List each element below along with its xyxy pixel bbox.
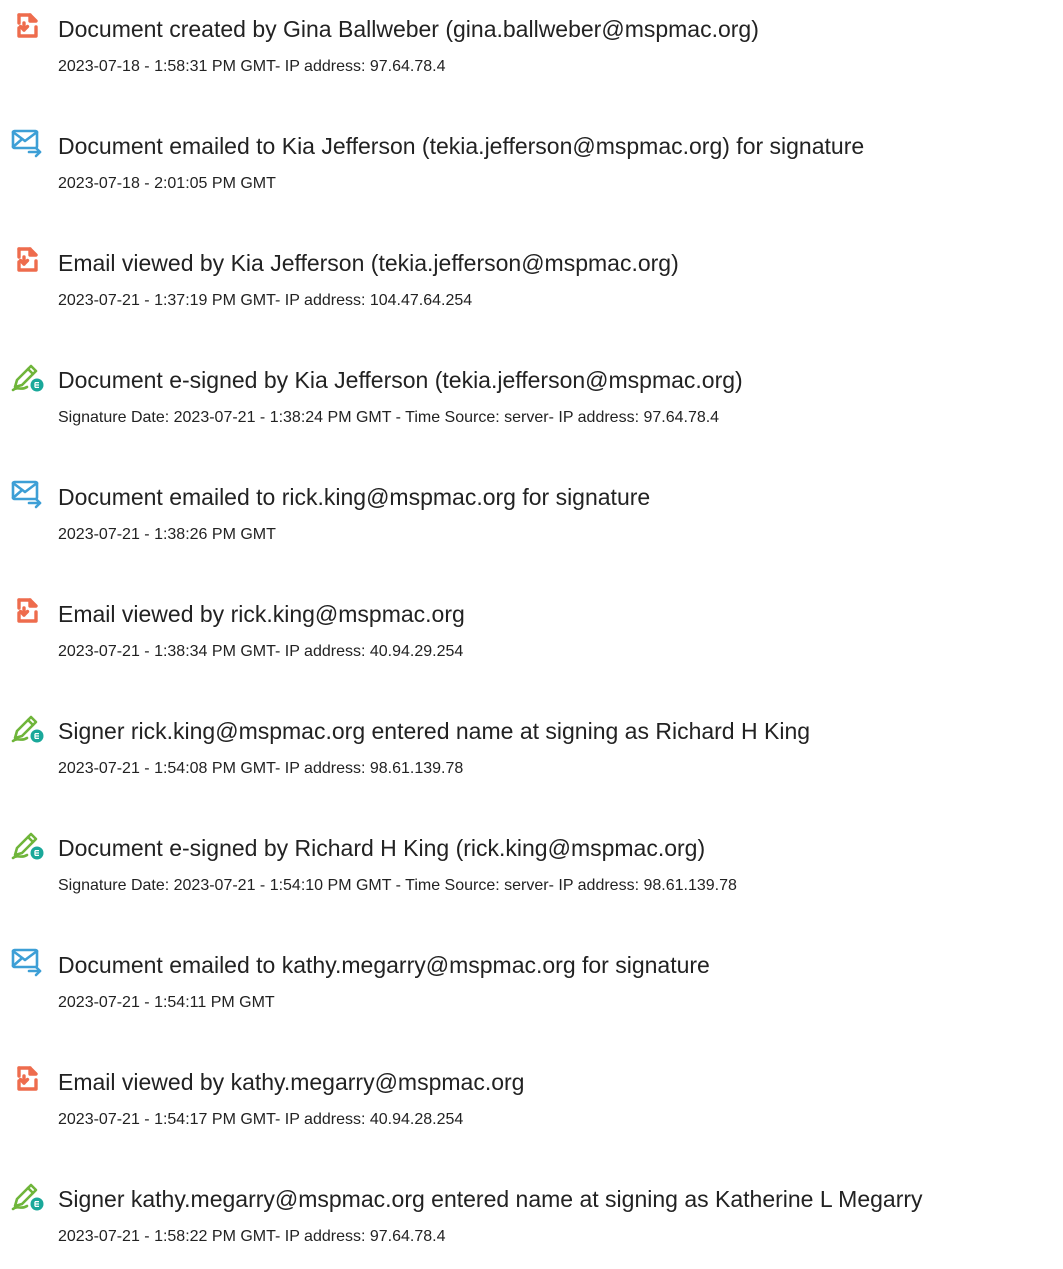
entry-detail: 2023-07-21 - 1:58:22 PM GMT- IP address:… bbox=[58, 1228, 446, 1245]
entry-title: Document emailed to Kia Jefferson (tekia… bbox=[58, 133, 865, 159]
entry-title: Email viewed by kathy.megarry@mspmac.org bbox=[58, 1069, 525, 1095]
esign-pen-icon bbox=[10, 359, 46, 395]
email-sent-icon bbox=[10, 476, 46, 512]
entry-title: Signer rick.king@mspmac.org entered name… bbox=[58, 718, 811, 744]
document-icon bbox=[10, 242, 46, 278]
entry-detail: Signature Date: 2023-07-21 - 1:38:24 PM … bbox=[58, 409, 720, 426]
history-entry: Signer kathy.megarry@mspmac.org entered … bbox=[0, 1179, 1063, 1269]
history-entry: Email viewed by rick.king@mspmac.org 202… bbox=[0, 594, 1063, 684]
entry-title: Email viewed by Kia Jefferson (tekia.jef… bbox=[58, 250, 679, 276]
history-entry: Document emailed to Kia Jefferson (tekia… bbox=[0, 126, 1063, 216]
history-entry: Signer rick.king@mspmac.org entered name… bbox=[0, 711, 1063, 801]
document-icon bbox=[10, 8, 46, 44]
history-entry: Email viewed by Kia Jefferson (tekia.jef… bbox=[0, 243, 1063, 333]
entry-title: Signer kathy.megarry@mspmac.org entered … bbox=[58, 1186, 923, 1212]
entry-detail: Signature Date: 2023-07-21 - 1:54:10 PM … bbox=[58, 877, 737, 894]
entry-detail: 2023-07-18 - 1:58:31 PM GMT- IP address:… bbox=[58, 58, 446, 75]
entry-title: Document e-signed by Kia Jefferson (teki… bbox=[58, 367, 743, 393]
entry-detail: 2023-07-21 - 1:54:08 PM GMT- IP address:… bbox=[58, 760, 464, 777]
entry-title: Document emailed to rick.king@mspmac.org… bbox=[58, 484, 651, 510]
entry-detail: 2023-07-21 - 1:54:17 PM GMT- IP address:… bbox=[58, 1111, 464, 1128]
history-entry: Document emailed to kathy.megarry@mspmac… bbox=[0, 945, 1063, 1035]
email-sent-icon bbox=[10, 125, 46, 161]
entry-detail: 2023-07-21 - 1:38:34 PM GMT- IP address:… bbox=[58, 643, 464, 660]
esign-pen-icon bbox=[10, 1178, 46, 1214]
entry-title: Document created by Gina Ballweber (gina… bbox=[58, 16, 759, 42]
history-entry: Document e-signed by Richard H King (ric… bbox=[0, 828, 1063, 918]
entry-title: Document e-signed by Richard H King (ric… bbox=[58, 835, 706, 861]
history-entry: Document emailed to rick.king@mspmac.org… bbox=[0, 477, 1063, 567]
esign-pen-icon bbox=[10, 710, 46, 746]
history-entry: Document e-signed by Kia Jefferson (teki… bbox=[0, 360, 1063, 450]
entry-title: Email viewed by rick.king@mspmac.org bbox=[58, 601, 465, 627]
entry-detail: 2023-07-18 - 2:01:05 PM GMT bbox=[58, 175, 276, 192]
document-icon bbox=[10, 1061, 46, 1097]
email-sent-icon bbox=[10, 944, 46, 980]
entry-detail: 2023-07-21 - 1:37:19 PM GMT- IP address:… bbox=[58, 292, 473, 309]
entry-detail: 2023-07-21 - 1:54:11 PM GMT bbox=[58, 994, 275, 1011]
history-entry: Document created by Gina Ballweber (gina… bbox=[0, 9, 1063, 99]
entry-detail: 2023-07-21 - 1:38:26 PM GMT bbox=[58, 526, 276, 543]
history-entry: Email viewed by kathy.megarry@mspmac.org… bbox=[0, 1062, 1063, 1152]
esign-pen-icon bbox=[10, 827, 46, 863]
entry-title: Document emailed to kathy.megarry@mspmac… bbox=[58, 952, 710, 978]
document-icon bbox=[10, 593, 46, 629]
